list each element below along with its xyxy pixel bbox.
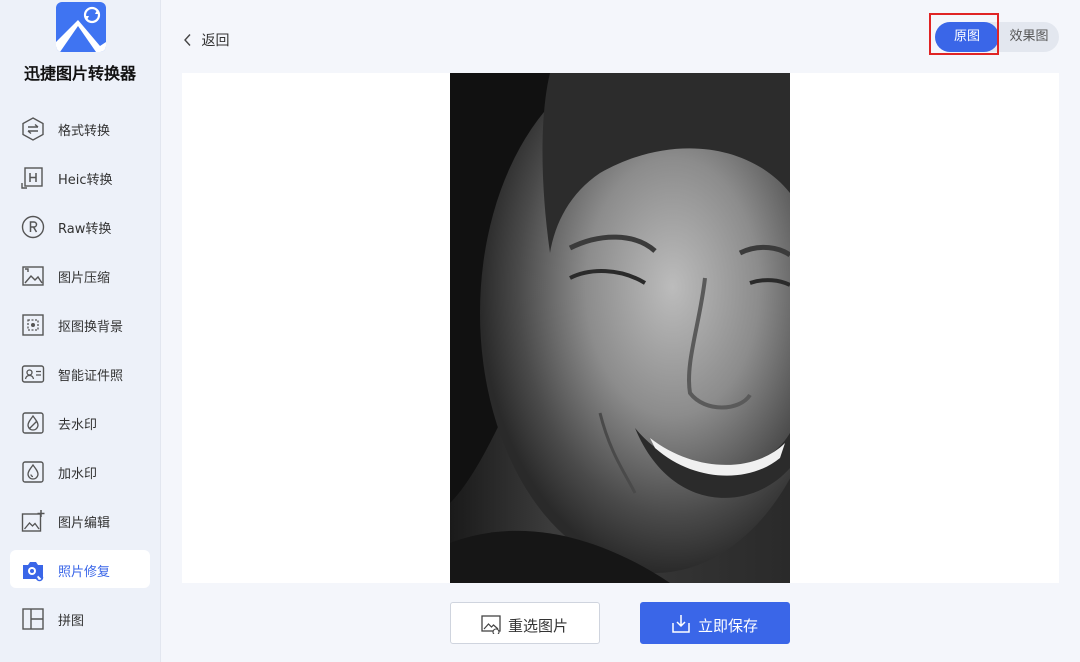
sidebar-item-image-edit[interactable]: 图片编辑 — [10, 501, 150, 539]
sidebar-item-label: 图片编辑 — [58, 516, 111, 531]
save-now-label: 立即保存 — [698, 617, 759, 635]
remove-watermark-icon — [21, 411, 45, 435]
sidebar-item-heic[interactable]: Heic转换 — [10, 158, 150, 196]
sidebar-item-label: Raw转换 — [58, 222, 112, 237]
reselect-image-button[interactable]: 重选图片 — [450, 602, 600, 644]
highlight-box — [929, 13, 999, 55]
app-logo-icon — [56, 2, 106, 52]
add-watermark-icon — [21, 460, 45, 484]
sidebar-item-label: 拼图 — [58, 614, 85, 629]
sidebar-item-label: 去水印 — [58, 418, 98, 433]
image-edit-icon — [21, 509, 45, 533]
collage-icon — [21, 607, 45, 631]
sidebar-item-format-convert[interactable]: 格式转换 — [10, 109, 150, 147]
sidebar-item-photo-repair[interactable]: 照片修复 — [10, 550, 150, 588]
id-photo-icon — [21, 362, 45, 386]
back-button[interactable]: 返回 — [179, 30, 230, 49]
sidebar-item-label: 加水印 — [58, 467, 98, 482]
app-title: 迅捷图片转换器 — [23, 64, 136, 83]
reselect-image-label: 重选图片 — [508, 617, 569, 635]
effect-view-button[interactable]: 效果图 — [999, 22, 1059, 52]
image-compress-icon — [21, 264, 45, 288]
app-window: 迅捷图片转换器 格式转换 Heic转换 Raw转换 图片压缩 抠图换背景 智能证… — [0, 0, 1080, 662]
sidebar-item-label: 抠图换背景 — [58, 320, 124, 335]
image-replace-icon — [481, 614, 501, 636]
preview-photo — [450, 73, 790, 583]
sidebar-item-remove-watermark[interactable]: 去水印 — [10, 403, 150, 441]
sidebar-item-label: 智能证件照 — [58, 369, 124, 384]
sidebar-item-label: 照片修复 — [58, 565, 111, 580]
sidebar-item-id-photo[interactable]: 智能证件照 — [10, 354, 150, 392]
sidebar-item-add-watermark[interactable]: 加水印 — [10, 452, 150, 490]
sidebar-menu: 格式转换 Heic转换 Raw转换 图片压缩 抠图换背景 智能证件照 去水印 加… — [0, 109, 160, 648]
image-preview-area — [182, 73, 1059, 583]
cutout-icon — [21, 313, 45, 337]
save-now-button[interactable]: 立即保存 — [640, 602, 790, 644]
photo-repair-icon — [21, 558, 45, 582]
back-label: 返回 — [201, 33, 230, 49]
sidebar-item-label: Heic转换 — [58, 173, 113, 188]
format-convert-icon — [21, 117, 45, 141]
chevron-left-icon — [184, 34, 191, 46]
download-icon — [671, 614, 691, 634]
sidebar-item-raw[interactable]: Raw转换 — [10, 207, 150, 245]
sidebar-item-label: 图片压缩 — [58, 271, 111, 286]
raw-icon — [21, 215, 45, 239]
sidebar-item-cutout[interactable]: 抠图换背景 — [10, 305, 150, 343]
sidebar-item-collage[interactable]: 拼图 — [10, 599, 150, 637]
heic-icon — [21, 166, 45, 190]
sidebar-item-label: 格式转换 — [58, 124, 111, 139]
main-panel: 返回 原图 效果图 重选图片 立即保存 — [161, 0, 1080, 662]
sidebar: 迅捷图片转换器 格式转换 Heic转换 Raw转换 图片压缩 抠图换背景 智能证… — [0, 0, 161, 662]
sidebar-item-image-compress[interactable]: 图片压缩 — [10, 256, 150, 294]
